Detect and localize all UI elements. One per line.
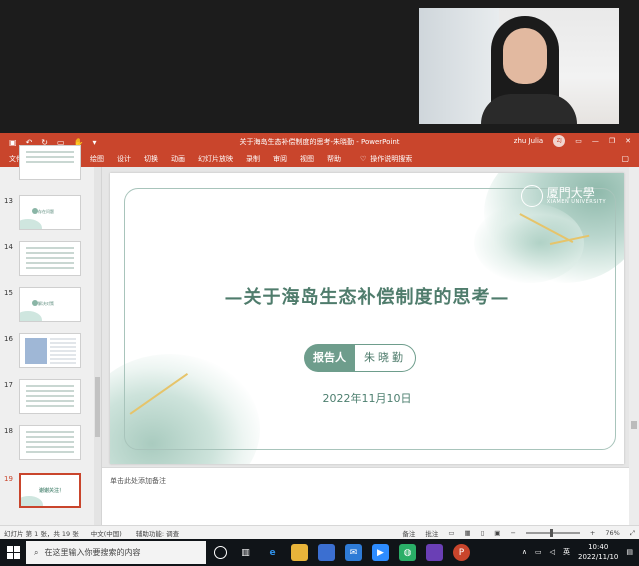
tab-slideshow[interactable]: 幻灯片放映 (198, 154, 233, 164)
slideshow-view-icon[interactable]: ▣ (494, 529, 500, 537)
sorter-view-icon[interactable]: ▦ (465, 529, 471, 537)
avatar[interactable]: ZJ (553, 135, 566, 147)
slide-canvas[interactable]: 厦門大學 XIAMEN UNIVERSITY —关于海岛生态补偿制度的思考— 报… (110, 173, 624, 464)
thumbnail-number: 13 (4, 197, 13, 205)
network-icon[interactable]: ▭ (535, 548, 542, 556)
thumbnail-19[interactable]: 19 谢谢关注！ (0, 473, 94, 513)
reporter-label: 报告人 (304, 344, 355, 372)
zoom-level[interactable]: 76% (605, 529, 619, 537)
thumbnail-number: 18 (4, 427, 13, 435)
slide-scrollbar[interactable] (629, 167, 639, 525)
store-icon[interactable] (318, 544, 335, 561)
logo-subtitle: XIAMEN UNIVERSITY (546, 199, 606, 205)
powerpoint-icon[interactable]: P (453, 544, 470, 561)
thumbnail-12[interactable] (0, 145, 94, 185)
taskbar-search-input[interactable]: ⌕ 在这里输入你要搜索的内容 (26, 541, 206, 564)
ime-icon[interactable]: 英 (563, 547, 570, 557)
thumbnail-16[interactable]: 16 (0, 333, 94, 373)
ribbon-display-icon[interactable]: ▭ (575, 137, 582, 145)
tab-view[interactable]: 视图 (300, 154, 314, 164)
zoom-app-icon[interactable]: ▶ (372, 544, 389, 561)
slide-count: 幻灯片 第 1 张，共 19 张 (4, 529, 79, 538)
reading-view-icon[interactable]: ▯ (481, 529, 485, 537)
lightbulb-icon: ♡ (360, 155, 367, 163)
notification-icon[interactable]: ▤ (626, 548, 633, 556)
clock-time: 10:40 (588, 543, 609, 551)
tell-me-label: 操作说明搜索 (370, 155, 413, 163)
screen: ▣ ↶ ↻ ▭ ✋ ▾ 关于海岛生态补偿制度的思考-朱晓勤 - PowerPoi… (0, 0, 639, 566)
notes-button[interactable]: 备注 (402, 528, 415, 538)
minimize-icon[interactable]: — (592, 137, 599, 145)
thumbnail-number: 16 (4, 335, 13, 343)
thumbnail-number: 14 (4, 243, 13, 251)
thumbnail-14[interactable]: 14 (0, 241, 94, 281)
clock-date: 2022/11/10 (578, 553, 619, 561)
ribbon-tabs: 文件 开始 插入 绘图 设计 切换 动画 幻灯片放映 录制 审阅 视图 帮助 ♡… (0, 151, 639, 167)
chevron-up-icon[interactable]: ∧ (522, 548, 527, 556)
tab-review[interactable]: 审阅 (273, 154, 287, 164)
tab-design[interactable]: 设计 (117, 154, 131, 164)
system-tray: ∧ ▭ ◁ 英 10:40 2022/11/10 ▤ (522, 542, 633, 562)
thumbnail-17[interactable]: 17 (0, 379, 94, 419)
thumbnail-13[interactable]: 13 存在问题 (0, 195, 94, 235)
thumbnail-scrollbar[interactable] (94, 167, 101, 525)
mail-icon[interactable]: ✉ (345, 544, 362, 561)
zoom-slider[interactable] (525, 529, 580, 537)
comment-icon[interactable]: ▢ (621, 154, 629, 163)
reporter-name: 朱晓勤 (355, 344, 416, 372)
accessibility-status[interactable]: 辅助功能: 调查 (136, 528, 179, 538)
tab-help[interactable]: 帮助 (327, 154, 341, 164)
cortana-icon[interactable] (214, 546, 227, 559)
app-icon[interactable] (426, 544, 443, 561)
taskbar: ⌕ 在这里输入你要搜索的内容 ▥ e ✉ ▶ ◍ P ∧ ▭ ◁ 英 10:40… (0, 539, 639, 566)
reporter-badge[interactable]: 报告人 朱晓勤 (304, 344, 416, 372)
maximize-icon[interactable]: ❐ (609, 137, 615, 145)
search-placeholder: 在这里输入你要搜索的内容 (44, 548, 141, 557)
thumbnail-number: 17 (4, 381, 13, 389)
title-bar: ▣ ↶ ↻ ▭ ✋ ▾ 关于海岛生态补偿制度的思考-朱晓勤 - PowerPoi… (0, 133, 639, 151)
notes-placeholder: 单击此处添加备注 (110, 477, 166, 485)
thumbnail-15[interactable]: 15 解决对策 (0, 287, 94, 327)
notes-pane[interactable]: 单击此处添加备注 (102, 467, 629, 525)
close-icon[interactable]: ✕ (625, 137, 631, 145)
thumbnail-number: 15 (4, 289, 13, 297)
thumbnail-caption: 存在问题 (38, 209, 54, 214)
zoom-in-icon[interactable]: + (590, 529, 595, 537)
file-explorer-icon[interactable] (291, 544, 308, 561)
tab-record[interactable]: 录制 (246, 154, 260, 164)
search-icon: ⌕ (34, 547, 39, 557)
tab-transitions[interactable]: 切换 (144, 154, 158, 164)
task-view-icon[interactable]: ▥ (237, 544, 254, 561)
thumbnail-number: 19 (4, 475, 13, 483)
comments-button[interactable]: 批注 (425, 528, 438, 538)
edge-icon[interactable]: e (264, 544, 281, 561)
thumbnail-caption: 解决对策 (38, 301, 54, 306)
slide-title[interactable]: —关于海岛生态补偿制度的思考— (110, 283, 624, 309)
tab-animations[interactable]: 动画 (171, 154, 185, 164)
language[interactable]: 中文(中国) (91, 528, 122, 538)
slide-thumbnail-panel: 13 存在问题 14 15 解决对策 16 17 18 19 谢谢关注！ (0, 145, 102, 525)
webcam-video (419, 8, 619, 124)
windows-start-icon[interactable] (7, 546, 20, 559)
clock[interactable]: 10:40 2022/11/10 (578, 542, 618, 562)
zoom-out-icon[interactable]: − (510, 529, 515, 537)
status-bar: 幻灯片 第 1 张，共 19 张 中文(中国) 辅助功能: 调查 备注 批注 ▭… (0, 525, 639, 539)
fit-slide-icon[interactable]: ⤢ (630, 529, 635, 538)
tell-me-search[interactable]: ♡ 操作说明搜索 (360, 154, 412, 164)
university-logo: 厦門大學 XIAMEN UNIVERSITY (520, 185, 606, 207)
normal-view-icon[interactable]: ▭ (448, 529, 454, 537)
logo-name: 厦門大學 (546, 186, 595, 200)
thumbnail-18[interactable]: 18 (0, 425, 94, 465)
slide-date[interactable]: 2022年11月10日 (110, 390, 624, 406)
workspace: 13 存在问题 14 15 解决对策 16 17 18 19 谢谢关注！ 厦門大… (0, 145, 639, 525)
seal-icon (520, 185, 543, 207)
volume-icon[interactable]: ◁ (550, 548, 555, 556)
wechat-icon[interactable]: ◍ (399, 544, 416, 561)
user-name[interactable]: zhu Julia (514, 137, 543, 145)
slide-frame (124, 188, 616, 450)
thumbnail-caption: 谢谢关注！ (39, 488, 65, 494)
